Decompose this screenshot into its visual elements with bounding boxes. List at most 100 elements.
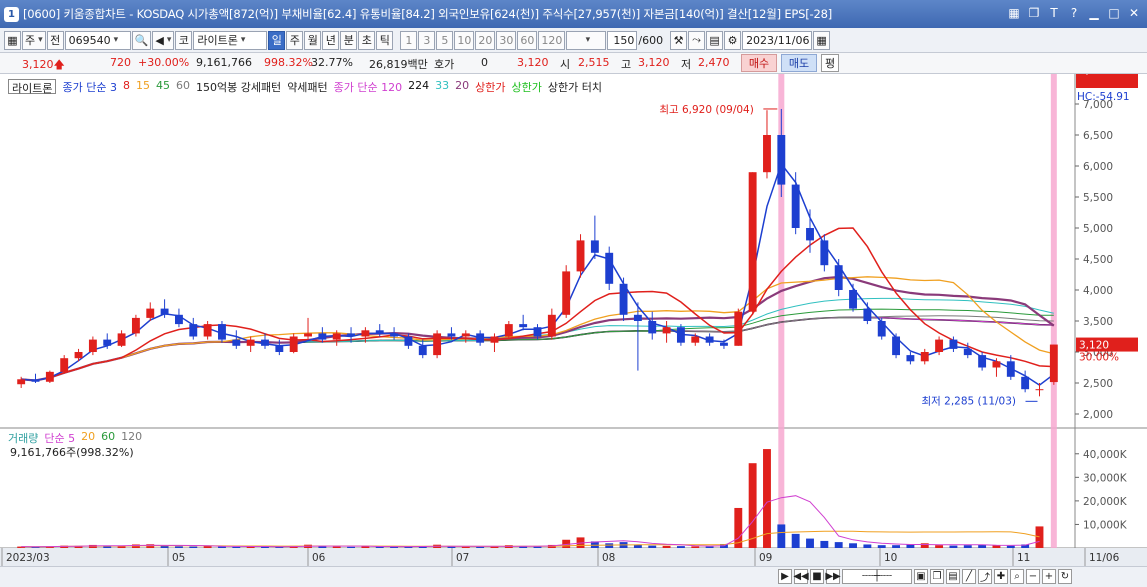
zoom-slider[interactable]: ┄┄┼┄┄ <box>842 569 912 584</box>
minimize-icon[interactable]: ▁ <box>1087 5 1101 21</box>
volume-bar <box>676 546 685 548</box>
calendar-icon[interactable]: ▦ <box>813 30 831 50</box>
zoom-out-icon[interactable]: − <box>1026 569 1040 584</box>
line-tool-icon[interactable]: ╱ <box>962 569 976 584</box>
current-volume-pct-label: 998.32% <box>1079 74 1126 77</box>
buy-button[interactable]: 매수 <box>741 54 777 72</box>
interval-1[interactable]: 1 <box>400 30 418 50</box>
high-annotation: 최고 6,920 (09/04) <box>659 104 754 116</box>
draw-icon[interactable]: ⤳ <box>688 30 706 50</box>
current-pct-label: 30.00% <box>1079 352 1119 364</box>
rewind-icon[interactable]: ◀◀ <box>793 569 809 584</box>
type-select[interactable]: 주 <box>22 30 46 50</box>
tile-icon[interactable]: ▦ <box>1007 5 1021 21</box>
candle-body <box>189 324 198 337</box>
time-axis-label: 2023/03 <box>6 552 50 564</box>
trend-icon[interactable]: ⤴ <box>978 569 992 584</box>
stock-chart[interactable]: 7,0006,5006,0005,5005,0004,5004,0003,500… <box>0 74 1147 587</box>
prev-button[interactable]: 전 <box>46 30 64 50</box>
chart-tools-icon[interactable]: ⚒ <box>670 30 688 50</box>
volume-bar <box>877 545 886 548</box>
interval-custom-select[interactable] <box>566 30 607 50</box>
stock-code-input[interactable]: 069540 <box>64 30 131 50</box>
interval-3[interactable]: 3 <box>418 30 436 50</box>
move-icon[interactable]: ✚ <box>994 569 1008 584</box>
volume-bar <box>806 538 814 548</box>
candle-body <box>806 228 814 241</box>
period-year[interactable]: 년 <box>322 30 340 50</box>
search-zoom-icon[interactable]: ⌕ <box>1010 569 1024 584</box>
candle-body <box>605 252 614 284</box>
stock-prefix[interactable]: 코 <box>175 30 193 50</box>
save-icon[interactable]: ▤ <box>706 30 724 50</box>
chart-scrollbar[interactable]: ▶ ◀◀ ■ ▶▶ ┄┄┼┄┄ ▣ ❐ ▤ ╱ ⤴ ✚ ⌕ − + ↻ <box>0 566 1147 587</box>
period-second[interactable]: 초 <box>358 30 376 50</box>
price-tick-label: 6,000 <box>1083 161 1113 173</box>
sell-button[interactable]: 매도 <box>781 54 817 72</box>
legend-ma45: 45 <box>155 79 170 92</box>
interval-60[interactable]: 60 <box>517 30 538 50</box>
zoom-in-icon[interactable]: + <box>1042 569 1056 584</box>
stock-name-field[interactable]: 라이트론 <box>193 30 268 50</box>
grid-icon[interactable]: ▦ <box>4 30 21 50</box>
average-button[interactable]: 평 <box>821 54 839 72</box>
high-label: 고 <box>621 58 632 71</box>
candle-body <box>476 333 485 343</box>
speaker-icon[interactable]: ◀ <box>152 30 175 50</box>
candle-body <box>676 327 685 343</box>
interval-10[interactable]: 10 <box>454 30 475 50</box>
maximize-icon[interactable]: □ <box>1107 5 1121 21</box>
candle-body <box>433 333 442 356</box>
copy-icon[interactable]: ❐ <box>930 569 944 584</box>
count-input[interactable]: 150 <box>607 30 638 50</box>
candle-body <box>763 135 771 173</box>
candle-body <box>232 339 241 346</box>
candle-body <box>1035 389 1044 391</box>
print-icon[interactable]: ▤ <box>946 569 960 584</box>
period-tick[interactable]: 틱 <box>376 30 394 50</box>
play-icon[interactable]: ▶ <box>778 569 792 584</box>
settings-icon[interactable]: ⚙ <box>724 30 742 50</box>
volume-bar <box>461 546 470 548</box>
legend-ma-label: 종가 단순 3 <box>62 81 117 94</box>
reset-icon[interactable]: ↻ <box>1058 569 1072 584</box>
interval-5[interactable]: 5 <box>436 30 454 50</box>
interval-120[interactable]: 120 <box>538 30 566 50</box>
close-icon[interactable]: ✕ <box>1127 5 1141 21</box>
search-icon[interactable]: 🔍 <box>131 30 152 50</box>
candle-body <box>246 339 255 346</box>
price-tick-label: 2,000 <box>1083 409 1113 421</box>
layout-icon[interactable]: ▣ <box>914 569 928 584</box>
window-title: [0600] 키움종합차트 - KOSDAQ 시가총액[872(억)] 부채비율… <box>23 7 833 21</box>
period-minute[interactable]: 분 <box>340 30 358 50</box>
interval-20[interactable]: 20 <box>475 30 496 50</box>
quote-open: 2,515 <box>578 56 610 69</box>
price-tick-label: 2,500 <box>1083 378 1113 390</box>
candle-body <box>834 265 843 290</box>
legend-ma8: 8 <box>122 79 130 92</box>
volume-bar <box>892 545 901 548</box>
candle-body <box>160 308 169 315</box>
restore-icon[interactable]: ❐ <box>1027 5 1041 21</box>
candle-body <box>935 339 944 352</box>
candle-body <box>60 358 69 372</box>
forward-icon[interactable]: ▶▶ <box>825 569 841 584</box>
candle-body <box>906 355 915 362</box>
period-week[interactable]: 주 <box>286 30 304 50</box>
legend-ma60: 60 <box>175 79 190 92</box>
interval-30[interactable]: 30 <box>496 30 517 50</box>
window-titlebar: 1 [0600] 키움종합차트 - KOSDAQ 시가총액[872(억)] 부채… <box>0 0 1147 28</box>
candle-body <box>146 308 155 318</box>
volume-bar <box>1006 545 1015 548</box>
period-month[interactable]: 월 <box>304 30 322 50</box>
quote-current: 3,120 <box>517 56 549 69</box>
help-icon[interactable]: ? <box>1067 5 1081 21</box>
legend-stock-name[interactable]: 라이트론 <box>8 79 57 95</box>
stop-icon[interactable]: ■ <box>810 569 824 584</box>
candle-body <box>748 172 757 312</box>
pin-icon[interactable]: T <box>1047 5 1061 21</box>
date-input[interactable]: 2023/11/06 <box>742 30 813 50</box>
price-tick-label: 5,000 <box>1083 223 1113 235</box>
period-day[interactable]: 일 <box>268 30 286 50</box>
candle-body <box>74 352 83 359</box>
